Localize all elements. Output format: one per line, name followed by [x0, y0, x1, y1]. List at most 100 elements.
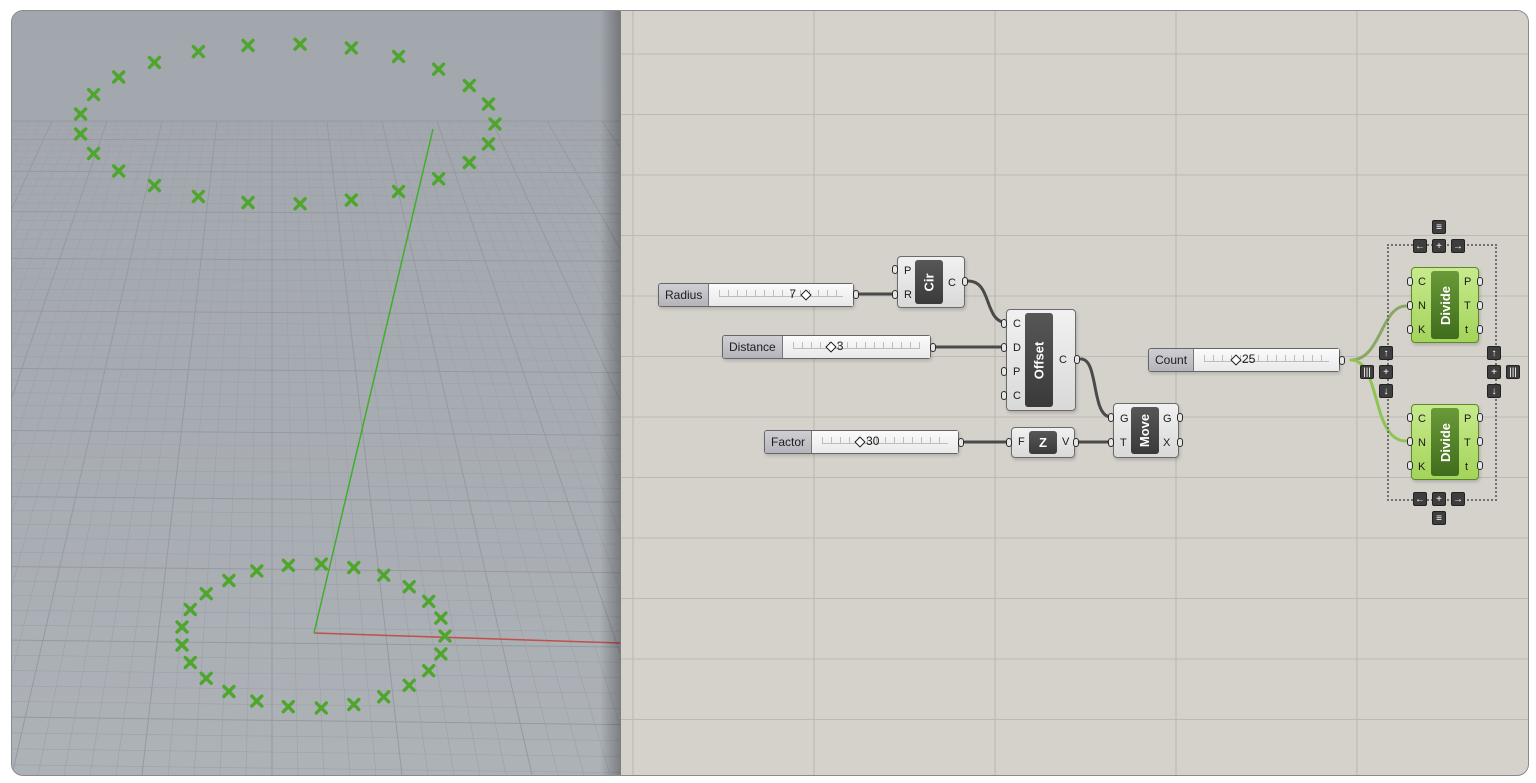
grid-line — [245, 120, 262, 775]
divide-top-grip-n[interactable] — [1407, 301, 1413, 310]
plus-icon[interactable]: + — [1432, 492, 1446, 506]
bars-icon[interactable]: ||| — [1506, 365, 1520, 379]
count-slider[interactable]: Count 25 — [1148, 348, 1340, 372]
divide-bottom-output-t[interactable]: T — [1464, 437, 1471, 449]
divide-bottom-output-p[interactable]: P — [1464, 413, 1471, 425]
divide-curve-top-component[interactable]: C N K Divide P T t — [1411, 267, 1479, 343]
divide-top-input-n[interactable]: N — [1418, 300, 1426, 312]
grid-line — [12, 186, 620, 189]
divide-top-grip-c[interactable] — [1407, 277, 1413, 286]
offset-input-c2[interactable]: C — [1013, 390, 1021, 402]
divide-bottom-input-c[interactable]: C — [1418, 413, 1426, 425]
zvector-input-f[interactable]: F — [1018, 436, 1025, 448]
grasshopper-canvas[interactable]: Radius 7 Distance 3 Factor 30 Count 25 P… — [620, 11, 1528, 775]
bars-icon[interactable]: ||| — [1360, 365, 1374, 379]
divide-top-input-c[interactable]: C — [1418, 276, 1426, 288]
circle-input-p[interactable]: P — [904, 265, 911, 277]
divide-top-grip-k[interactable] — [1407, 325, 1413, 334]
divide-bottom-grip-k[interactable] — [1407, 461, 1413, 470]
menu-icon[interactable]: ≡ — [1432, 220, 1446, 234]
offset-input-p[interactable]: P — [1013, 366, 1020, 378]
distance-output-grip[interactable] — [930, 343, 936, 352]
circle-grip-r[interactable] — [892, 290, 898, 299]
radius-slider[interactable]: Radius 7 — [658, 283, 854, 307]
move-input-g[interactable]: G — [1120, 413, 1129, 425]
divide-top-grip-out-p[interactable] — [1477, 277, 1483, 286]
plus-icon[interactable]: + — [1432, 239, 1446, 253]
offset-output-c[interactable]: C — [1059, 354, 1067, 366]
offset-grip-c2[interactable] — [1001, 391, 1007, 400]
factor-slider-track[interactable]: 30 — [812, 431, 958, 453]
arrow-up-icon[interactable]: ↑ — [1487, 346, 1501, 360]
cross-marker-icon — [402, 678, 416, 692]
move-component-plate[interactable]: Move — [1131, 407, 1159, 454]
divide-bottom-component-plate[interactable]: Divide — [1431, 408, 1459, 476]
arrow-left-icon[interactable]: ← — [1413, 239, 1427, 253]
circle-component[interactable]: P R Cir C — [897, 256, 965, 308]
offset-grip-c[interactable] — [1001, 319, 1007, 328]
factor-slider[interactable]: Factor 30 — [764, 430, 959, 454]
move-output-g[interactable]: G — [1163, 413, 1172, 425]
divide-top-output-t[interactable]: T — [1464, 300, 1471, 312]
circle-component-plate[interactable]: Cir — [915, 260, 943, 304]
radius-output-grip[interactable] — [853, 290, 859, 299]
move-grip-out-g[interactable] — [1177, 413, 1183, 422]
offset-component[interactable]: C D P C Offset C — [1006, 309, 1076, 411]
unit-z-component[interactable]: F Z V — [1011, 427, 1075, 458]
zvector-component-plate[interactable]: Z — [1029, 431, 1057, 454]
grid-line — [12, 639, 620, 648]
divide-bottom-grip-out-p[interactable] — [1477, 413, 1483, 422]
circle-grip-p[interactable] — [892, 265, 898, 274]
zvector-output-v[interactable]: V — [1062, 436, 1069, 448]
divide-top-output-tparam[interactable]: t — [1465, 324, 1468, 336]
divide-top-grip-out-tparam[interactable] — [1477, 325, 1483, 334]
divide-curve-bottom-component[interactable]: C N K Divide P T t — [1411, 404, 1479, 480]
count-slider-track[interactable]: 25 — [1194, 349, 1339, 371]
radius-slider-track[interactable]: 7 — [709, 284, 853, 306]
count-output-grip[interactable] — [1339, 356, 1345, 365]
arrow-down-icon[interactable]: ↓ — [1379, 384, 1393, 398]
cross-marker-icon — [241, 38, 255, 53]
arrow-left-icon[interactable]: ← — [1413, 492, 1427, 506]
arrow-down-icon[interactable]: ↓ — [1487, 384, 1501, 398]
move-grip-t[interactable] — [1108, 438, 1114, 447]
move-input-t[interactable]: T — [1120, 437, 1127, 449]
divide-bottom-input-k[interactable]: K — [1418, 461, 1425, 473]
arrow-right-icon[interactable]: → — [1451, 492, 1465, 506]
distance-slider-track[interactable]: 3 — [782, 336, 930, 358]
circle-grip-out[interactable] — [962, 277, 968, 286]
zvector-grip-out[interactable] — [1073, 438, 1079, 447]
factor-output-grip[interactable] — [958, 438, 964, 447]
divide-bottom-output-tparam[interactable]: t — [1465, 461, 1468, 473]
divide-top-output-p[interactable]: P — [1464, 276, 1471, 288]
offset-input-d[interactable]: D — [1013, 342, 1021, 354]
offset-grip-out[interactable] — [1074, 355, 1080, 364]
divide-top-component-plate[interactable]: Divide — [1431, 271, 1459, 339]
divide-bottom-grip-out-t[interactable] — [1477, 437, 1483, 446]
offset-grip-p[interactable] — [1001, 367, 1007, 376]
move-component[interactable]: G T Move G X — [1113, 403, 1179, 458]
move-output-x[interactable]: X — [1163, 437, 1170, 449]
move-grip-g[interactable] — [1108, 413, 1114, 422]
divide-top-grip-out-t[interactable] — [1477, 301, 1483, 310]
divide-bottom-grip-n[interactable] — [1407, 437, 1413, 446]
circle-output-c[interactable]: C — [948, 277, 956, 289]
distance-slider[interactable]: Distance 3 — [722, 335, 931, 359]
divide-top-input-k[interactable]: K — [1418, 324, 1425, 336]
offset-grip-d[interactable] — [1001, 343, 1007, 352]
offset-component-plate[interactable]: Offset — [1025, 313, 1053, 407]
menu-icon[interactable]: ≡ — [1432, 511, 1446, 525]
plus-icon[interactable]: + — [1379, 365, 1393, 379]
circle-input-r[interactable]: R — [904, 289, 912, 301]
plus-icon[interactable]: + — [1487, 365, 1501, 379]
divide-bottom-grip-c[interactable] — [1407, 413, 1413, 422]
grid-line — [12, 764, 620, 774]
zvector-grip-in[interactable] — [1006, 438, 1012, 447]
move-grip-out-x[interactable] — [1177, 438, 1183, 447]
offset-input-c[interactable]: C — [1013, 318, 1021, 330]
divide-bottom-input-n[interactable]: N — [1418, 437, 1426, 449]
divide-bottom-grip-out-tparam[interactable] — [1477, 461, 1483, 470]
arrow-up-icon[interactable]: ↑ — [1379, 346, 1393, 360]
arrow-right-icon[interactable]: → — [1451, 239, 1465, 253]
rhino-viewport[interactable] — [12, 11, 620, 775]
